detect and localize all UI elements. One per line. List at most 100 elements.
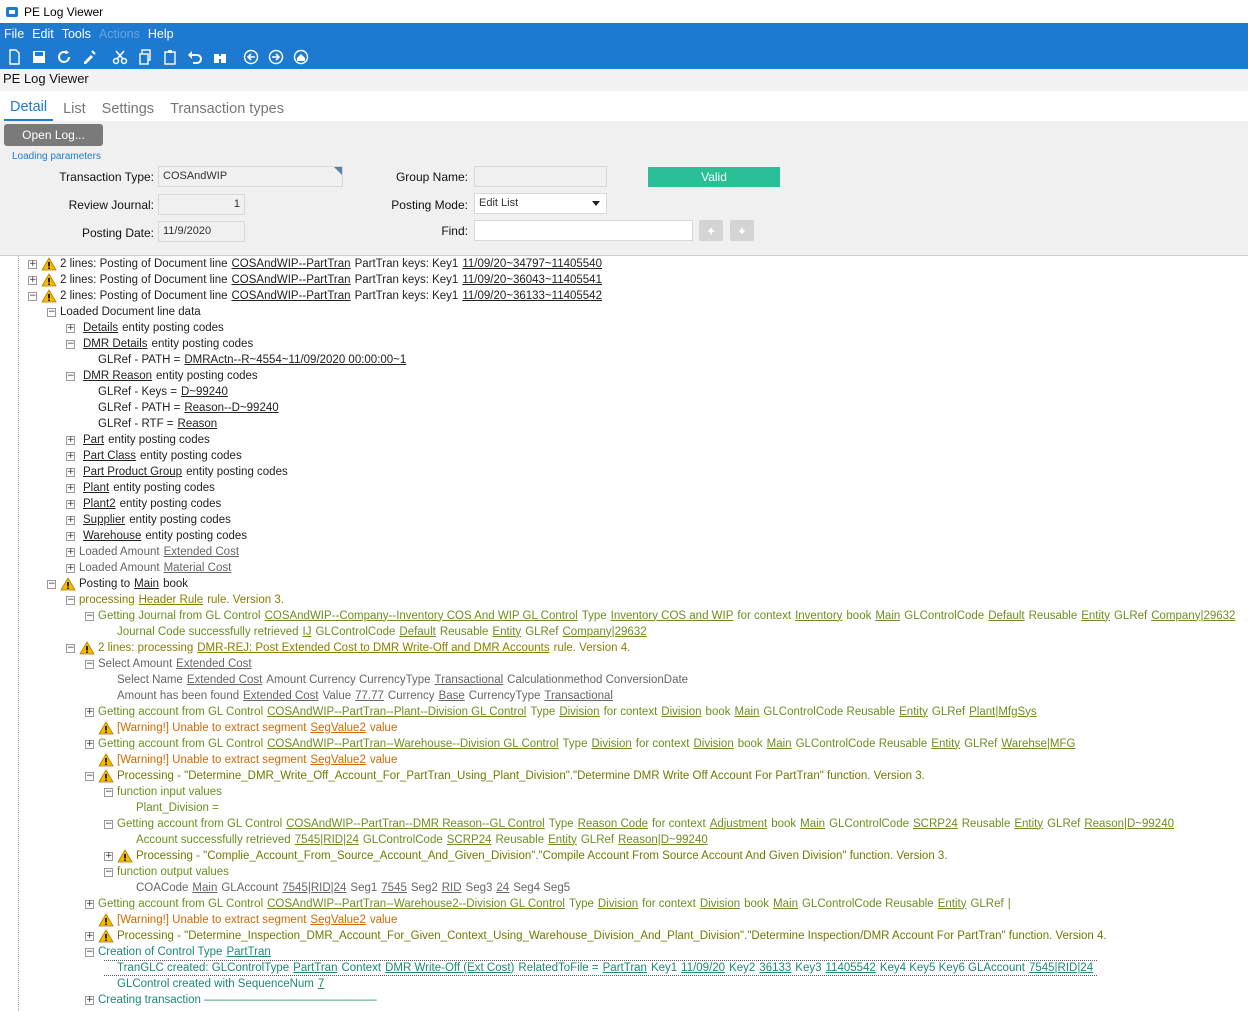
tree-link[interactable]: 36133	[759, 961, 791, 976]
tree-row[interactable]: GLRef - RTF = Reason	[85, 416, 221, 432]
tree-link[interactable]: Reason	[178, 417, 218, 432]
tree-link[interactable]: 24	[496, 881, 509, 896]
expand-icon[interactable]: +	[66, 435, 75, 445]
tree-link[interactable]: Reason|D~99240	[1084, 817, 1174, 832]
tree-link[interactable]: Warehse|MFG	[1001, 737, 1075, 752]
expand-icon[interactable]: +	[66, 467, 75, 477]
tree-row[interactable]: − Select Amount Extended Cost	[85, 656, 256, 672]
tree-link[interactable]: Entity	[938, 897, 967, 912]
find-next-button[interactable]	[730, 220, 754, 241]
tab-list[interactable]: List	[57, 101, 92, 121]
transaction-type-field[interactable]: COSAndWIP	[158, 166, 343, 187]
tree-link[interactable]: Entity	[548, 833, 577, 848]
loading-parameters-link[interactable]: Loading parameters	[12, 151, 101, 162]
expand-icon[interactable]: +	[85, 707, 94, 717]
tree-link[interactable]: Inventory	[795, 609, 842, 624]
tree-row[interactable]: + Getting account from GL Control COSAndWI…	[85, 736, 1079, 752]
tree-row[interactable]: + Getting account from GL Control COSAndWI…	[85, 704, 1041, 720]
tree-link[interactable]: IJ	[303, 625, 312, 640]
collapse-icon[interactable]: −	[104, 787, 113, 797]
tree-link[interactable]: 77.77	[355, 689, 384, 704]
tree-link[interactable]: Details	[83, 321, 118, 336]
tree-link[interactable]: PartTran	[226, 945, 270, 960]
tree-link[interactable]: Plant	[83, 481, 109, 496]
tree-row[interactable]: − 2 lines: Posting of Document line COSAnd…	[28, 288, 606, 304]
menu-tools[interactable]: Tools	[62, 27, 91, 41]
tree-link[interactable]: SegValue2	[310, 913, 365, 928]
expand-icon[interactable]: +	[85, 899, 94, 909]
tree-link[interactable]: COSAndWIP--PartTran--Warehouse2--Divisio…	[267, 897, 565, 912]
tree-row[interactable]: [Warning!] Unable to extract segment SegV…	[85, 912, 397, 928]
collapse-icon[interactable]: −	[47, 579, 56, 589]
review-journal-field[interactable]: 1	[158, 194, 245, 215]
undo-icon[interactable]	[185, 47, 205, 67]
menu-help[interactable]: Help	[148, 27, 174, 41]
clear-icon[interactable]	[79, 47, 99, 67]
tree-link[interactable]: SCRP24	[913, 817, 958, 832]
tree-link[interactable]: Header Rule	[139, 593, 204, 608]
group-name-field[interactable]	[474, 166, 607, 187]
tree-link[interactable]: SCRP24	[447, 833, 492, 848]
forward-icon[interactable]	[266, 47, 286, 67]
tree-link[interactable]: Default	[988, 609, 1024, 624]
collapse-icon[interactable]: −	[47, 307, 56, 317]
tree-link[interactable]: Company|29632	[1151, 609, 1235, 624]
tree-link[interactable]: Extended Cost	[243, 689, 318, 704]
tree-row[interactable]: − Getting account from GL Control COSAndWI…	[104, 816, 1178, 832]
tree-link[interactable]: Reason|D~99240	[618, 833, 708, 848]
save-icon[interactable]	[29, 47, 49, 67]
tree-row[interactable]: + Warehouse entity posting codes	[66, 528, 247, 544]
copy-icon[interactable]	[135, 47, 155, 67]
tree-row[interactable]: Account successfully retrieved 7545|RID|2…	[123, 832, 712, 848]
tree-link[interactable]: Part Product Group	[83, 465, 182, 480]
tree-link[interactable]: DMR Details	[83, 337, 148, 352]
tab-settings[interactable]: Settings	[96, 101, 160, 121]
tree-row[interactable]: − function input values	[104, 784, 222, 800]
tree-row[interactable]: GLControl created with SequenceNum 7	[104, 976, 328, 992]
tree-link[interactable]: 11/09/20	[681, 961, 725, 976]
collapse-icon[interactable]: −	[104, 819, 113, 829]
tree-link[interactable]: 7545|RID|24	[295, 833, 359, 848]
tree-link[interactable]: Main	[767, 737, 792, 752]
tree-link[interactable]: PartTran	[293, 961, 337, 976]
tree-link[interactable]: Main	[773, 897, 798, 912]
tree-row[interactable]: [Warning!] Unable to extract segment SegV…	[85, 752, 397, 768]
tree-link[interactable]: DMRActn--R~4554~11/09/2020 00:00:00~1	[184, 353, 406, 368]
posting-mode-select[interactable]: Edit List	[474, 193, 607, 214]
collapse-icon[interactable]: −	[66, 643, 75, 653]
expand-icon[interactable]: +	[85, 931, 94, 941]
find-previous-button[interactable]	[699, 220, 723, 241]
expand-icon[interactable]: +	[66, 531, 75, 541]
tree-link[interactable]: Entity	[1014, 817, 1043, 832]
tree-link[interactable]: COSAndWIP--PartTran--DMR Reason--GL Cont…	[286, 817, 545, 832]
collapse-icon[interactable]: −	[104, 867, 113, 877]
menu-file[interactable]: File	[4, 27, 24, 41]
tree-link[interactable]: Adjustment	[710, 817, 768, 832]
tree-link[interactable]: COSAndWIP--Company--Inventory COS And WI…	[265, 609, 578, 624]
tree-row[interactable]: Plant_Division =	[123, 800, 219, 816]
tree-link[interactable]: 7545	[381, 881, 407, 896]
tree-link[interactable]: 11/09/20~34797~11405540	[462, 257, 602, 272]
expand-icon[interactable]: +	[28, 259, 37, 269]
tree-row[interactable]: + Loaded Amount Material Cost	[66, 560, 235, 576]
tree-row[interactable]: + Part Product Group entity posting codes	[66, 464, 288, 480]
tree-row[interactable]: − DMR Details entity posting codes	[66, 336, 253, 352]
collapse-icon[interactable]: −	[66, 371, 75, 381]
tree-row[interactable]: − processing Header Rule rule. Version 3.	[66, 592, 284, 608]
tree-row[interactable]: + Creating transaction ———————————————	[85, 992, 377, 1008]
tree-link[interactable]: SegValue2	[310, 721, 365, 736]
collapse-icon[interactable]: −	[66, 595, 75, 605]
posting-date-field[interactable]: 11/9/2020	[158, 221, 245, 242]
tree-link[interactable]: Entity	[899, 705, 928, 720]
collapse-icon[interactable]: −	[85, 611, 94, 621]
expand-icon[interactable]: +	[66, 563, 75, 573]
tree-link[interactable]: Division	[591, 737, 631, 752]
expand-icon[interactable]: +	[66, 515, 75, 525]
new-icon[interactable]	[4, 47, 24, 67]
tree-row[interactable]: GLRef - PATH = Reason--D~99240	[85, 400, 283, 416]
tree-link[interactable]: COSAndWIP--PartTran	[231, 273, 350, 288]
tree-row[interactable]: [Warning!] Unable to extract segment SegV…	[85, 720, 397, 736]
tree-link[interactable]: Extended Cost	[164, 545, 239, 560]
collapse-icon[interactable]: −	[85, 947, 94, 957]
tree-link[interactable]: Extended Cost	[187, 673, 262, 688]
